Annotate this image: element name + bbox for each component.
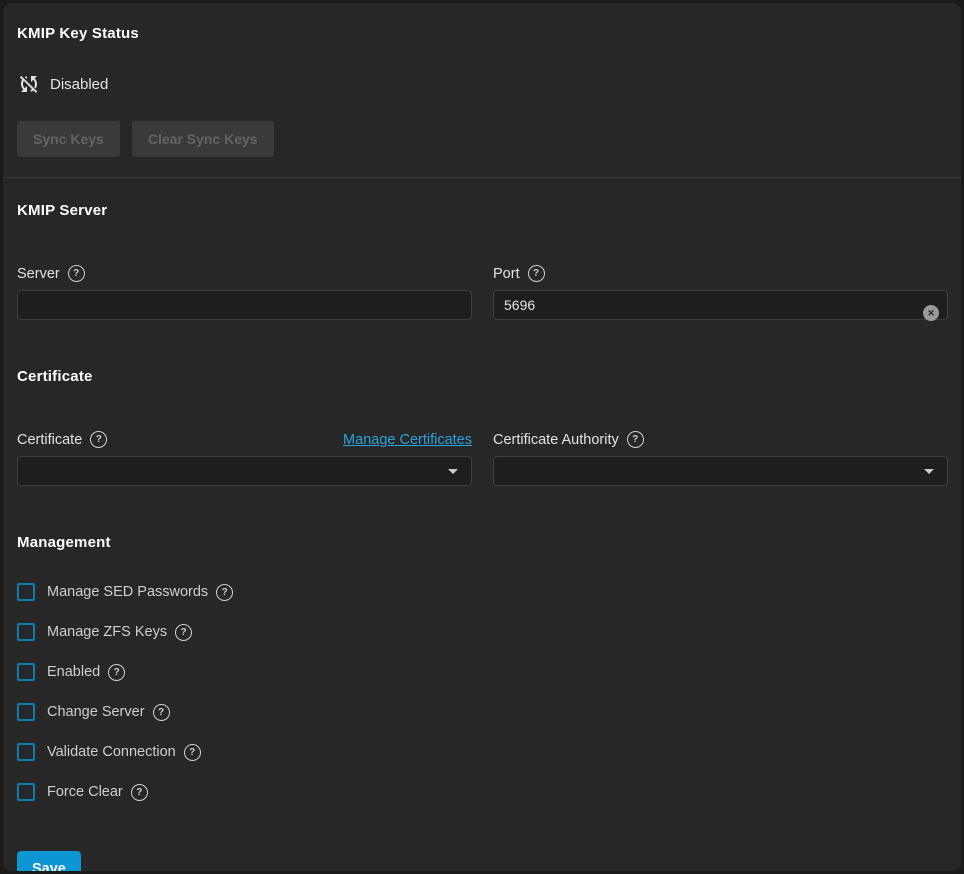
chevron-down-icon (924, 468, 934, 474)
checkbox-label: Force Clear (47, 784, 123, 800)
port-label: Port (493, 265, 520, 282)
kmip-settings-card: KMIP Key Status Disabled Sync Keys Clear… (3, 3, 961, 871)
checkbox-label: Enabled (47, 664, 101, 680)
certificate-authority-label-row: Certificate Authority ? (493, 431, 948, 448)
kmip-status-row: Disabled (17, 72, 948, 96)
section-title-management: Management (17, 534, 111, 551)
clear-sync-keys-button[interactable]: Clear Sync Keys (131, 121, 274, 157)
help-icon[interactable]: ? (130, 783, 148, 801)
manage-zfs-keys-checkbox[interactable] (17, 623, 35, 641)
checkbox-label: Validate Connection (47, 744, 176, 760)
section-title-kmip-server: KMIP Server (17, 202, 108, 219)
checkbox-label: Manage SED Passwords (47, 584, 209, 600)
help-icon[interactable]: ? (626, 431, 644, 448)
certificate-select[interactable] (17, 456, 472, 486)
kmip-status-text: Disabled (50, 75, 109, 93)
checkbox-row: Manage ZFS Keys ? (17, 623, 948, 641)
checkbox-row: Force Clear ? (17, 783, 948, 801)
port-field: Port ? ✕ (493, 265, 948, 321)
clear-input-icon[interactable]: ✕ (923, 305, 939, 321)
manage-certificates-link[interactable]: Manage Certificates (343, 432, 472, 448)
help-icon[interactable]: ? (90, 431, 108, 448)
help-icon[interactable]: ? (183, 743, 201, 761)
server-fields: Server ? Port ? ✕ (17, 265, 948, 321)
certificate-fields: Certificate ? Manage Certificates Certif… (17, 431, 948, 486)
server-label-row: Server ? (17, 265, 472, 282)
certificate-authority-select[interactable] (493, 456, 948, 486)
sync-disabled-icon (17, 72, 41, 96)
help-icon[interactable]: ? (527, 265, 545, 282)
checkbox-row: Validate Connection ? (17, 743, 948, 761)
validate-connection-checkbox[interactable] (17, 743, 35, 761)
change-server-checkbox[interactable] (17, 703, 35, 721)
help-icon[interactable]: ? (67, 265, 85, 282)
server-input[interactable] (17, 290, 472, 320)
key-status-actions: Sync Keys Clear Sync Keys (17, 121, 948, 157)
help-icon[interactable]: ? (108, 663, 126, 681)
certificate-field: Certificate ? Manage Certificates (17, 431, 472, 486)
certificate-label-row: Certificate ? Manage Certificates (17, 431, 472, 448)
port-label-row: Port ? (493, 265, 948, 282)
enabled-checkbox[interactable] (17, 663, 35, 681)
section-title-certificate: Certificate (17, 368, 93, 385)
checkbox-row: Enabled ? (17, 663, 948, 681)
save-button[interactable]: Save (17, 851, 81, 871)
checkbox-row: Change Server ? (17, 703, 948, 721)
help-icon[interactable]: ? (216, 583, 234, 601)
help-icon[interactable]: ? (175, 623, 193, 641)
checkbox-label: Change Server (47, 704, 145, 720)
manage-sed-passwords-checkbox[interactable] (17, 583, 35, 601)
server-field: Server ? (17, 265, 472, 320)
server-label: Server (17, 265, 60, 282)
sync-keys-button[interactable]: Sync Keys (17, 121, 120, 157)
checkbox-label: Manage ZFS Keys (47, 624, 168, 640)
port-input[interactable] (493, 290, 948, 320)
chevron-down-icon (448, 468, 458, 474)
certificate-authority-field: Certificate Authority ? (493, 431, 948, 486)
section-title-kmip-key-status: KMIP Key Status (17, 25, 139, 42)
force-clear-checkbox[interactable] (17, 783, 35, 801)
section-divider (3, 177, 961, 178)
help-icon[interactable]: ? (152, 703, 170, 721)
certificate-authority-label: Certificate Authority (493, 431, 619, 448)
management-options: Manage SED Passwords ? Manage ZFS Keys ?… (17, 583, 948, 801)
certificate-label: Certificate (17, 431, 83, 448)
checkbox-row: Manage SED Passwords ? (17, 583, 948, 601)
